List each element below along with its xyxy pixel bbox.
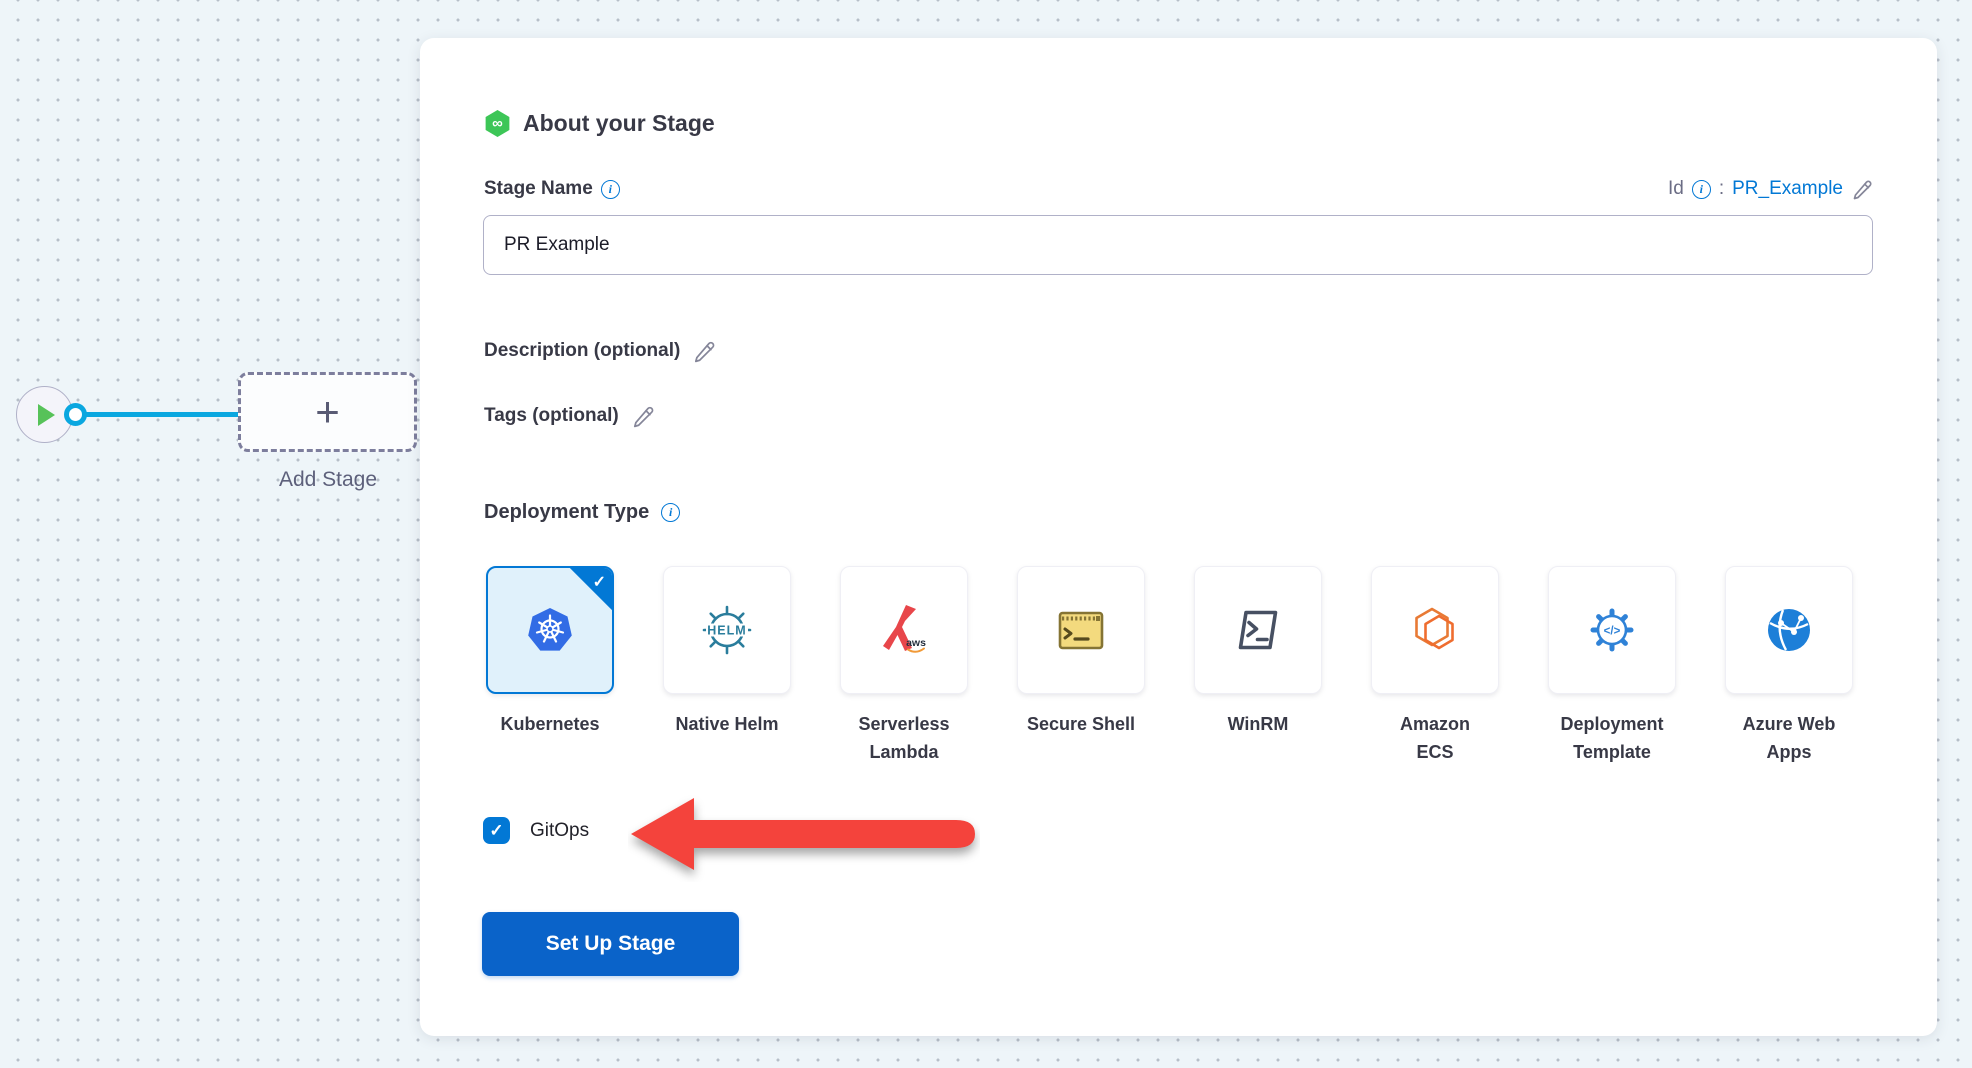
stage-id-value: PR_Example (1732, 178, 1843, 200)
azure-web-apps-icon (1760, 601, 1818, 659)
deployment-template-icon: </> (1583, 601, 1641, 659)
deployment-option-label: WinRM (1170, 710, 1346, 738)
play-icon (38, 404, 55, 426)
deployment-option-azure-web-apps[interactable] (1725, 566, 1853, 694)
deployment-option-deployment-template[interactable]: </> (1548, 566, 1676, 694)
gitops-label: GitOps (530, 820, 589, 842)
annotation-arrow (628, 786, 980, 882)
stage-name-input[interactable] (483, 215, 1873, 275)
panel-title: About your Stage (523, 110, 715, 137)
panel-header: ∞ About your Stage (484, 110, 715, 137)
deployment-option-label: Serverless Lambda (816, 710, 992, 766)
deployment-type-info-icon[interactable]: i (661, 503, 680, 522)
deployment-option-label: Deployment Template (1524, 710, 1700, 766)
selected-check-icon: ✓ (593, 572, 606, 592)
amazon-ecs-icon (1406, 601, 1464, 659)
node-connector-port[interactable] (64, 403, 87, 426)
helm-icon: HELM (698, 601, 756, 659)
edit-id-icon[interactable] (1851, 178, 1873, 200)
stage-id-row: Id i : PR_Example (1668, 178, 1873, 200)
secure-shell-icon (1052, 601, 1110, 659)
deployment-type-options: ✓ Kubernetes HELM Native Helm (486, 566, 1853, 766)
edit-tags-icon[interactable] (631, 404, 655, 428)
stage-name-label: Stage Name (484, 178, 593, 200)
cd-stage-icon: ∞ (484, 110, 511, 137)
stage-name-info-icon[interactable]: i (601, 180, 620, 199)
deployment-option-amazon-ecs[interactable] (1371, 566, 1499, 694)
serverless-lambda-icon: aws (875, 601, 933, 659)
set-up-stage-button[interactable]: Set Up Stage (482, 912, 739, 976)
deployment-option-native-helm[interactable]: HELM (663, 566, 791, 694)
deployment-option-secure-shell[interactable] (1017, 566, 1145, 694)
kubernetes-icon (521, 601, 579, 659)
deployment-option-label: Amazon ECS (1347, 710, 1523, 766)
deployment-option-label: Kubernetes (462, 710, 638, 738)
svg-text:aws: aws (906, 637, 926, 649)
deployment-option-label: Native Helm (639, 710, 815, 738)
tags-label: Tags (optional) (484, 405, 619, 427)
id-colon: : (1719, 178, 1724, 200)
plus-icon: + (315, 391, 340, 433)
node-connector-line (85, 412, 238, 417)
id-info-icon[interactable]: i (1692, 180, 1711, 199)
gitops-checkbox[interactable]: ✓ (483, 817, 510, 844)
description-label: Description (optional) (484, 340, 680, 362)
pipeline-stage-setup-screen: { "canvas": { "add_stage": "Add Stage", … (0, 0, 1972, 1068)
svg-text:</>: </> (1604, 626, 1621, 638)
svg-text:HELM: HELM (707, 624, 746, 638)
deployment-option-kubernetes[interactable]: ✓ (486, 566, 614, 694)
deployment-option-serverless-lambda[interactable]: aws (840, 566, 968, 694)
deployment-option-label: Secure Shell (993, 710, 1169, 738)
deployment-option-label: Azure Web Apps (1701, 710, 1877, 766)
add-stage-label: Add Stage (228, 468, 428, 492)
checkbox-check-icon: ✓ (489, 821, 503, 841)
about-stage-panel: ∞ About your Stage Stage Name i Id i : P… (420, 38, 1937, 1036)
edit-description-icon[interactable] (692, 339, 716, 363)
id-label: Id (1668, 178, 1684, 200)
winrm-icon (1229, 601, 1287, 659)
deployment-option-winrm[interactable] (1194, 566, 1322, 694)
add-stage-button[interactable]: + (238, 372, 417, 452)
deployment-type-label: Deployment Type (484, 501, 649, 524)
